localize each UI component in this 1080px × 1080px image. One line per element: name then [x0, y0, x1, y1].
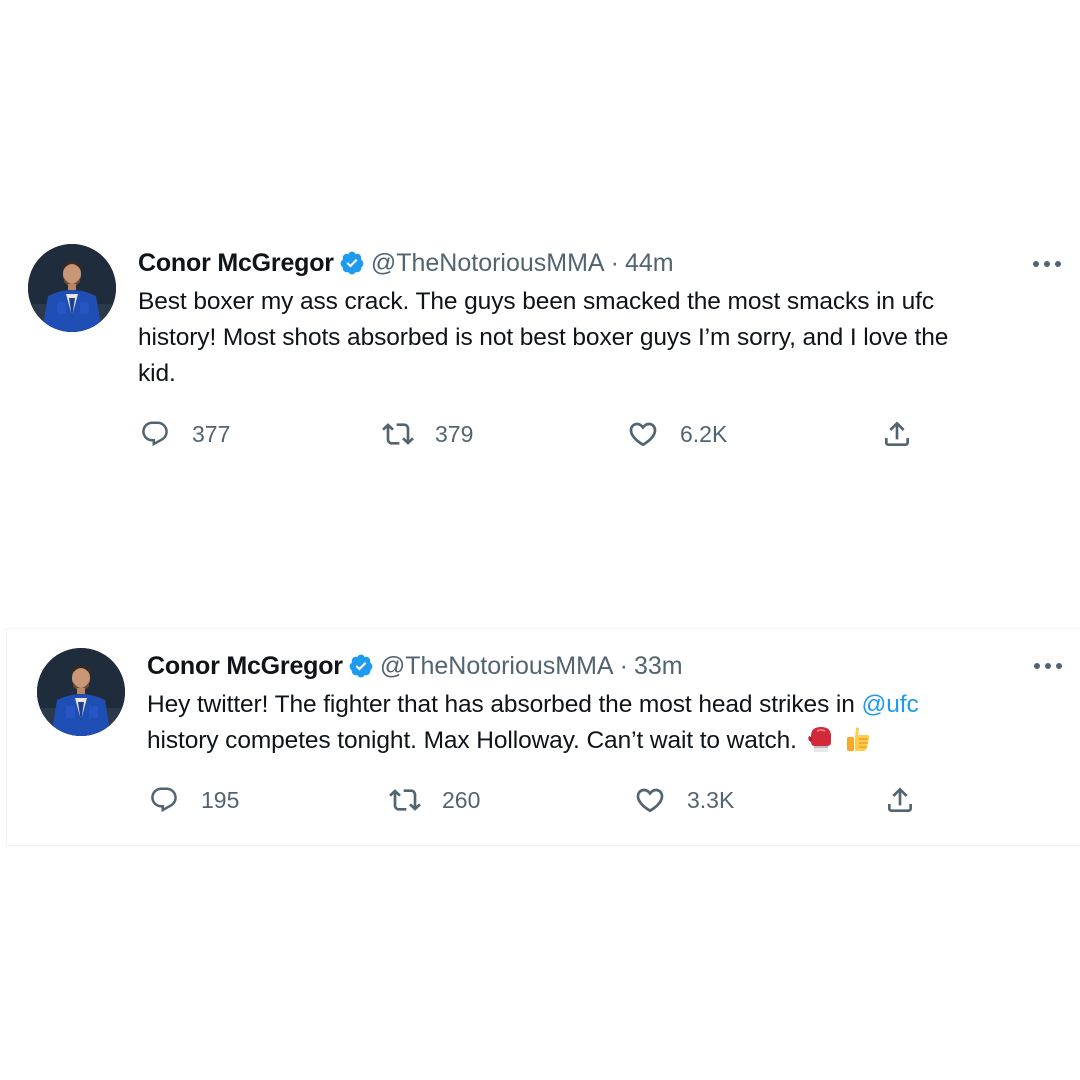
- share-icon: [883, 783, 917, 817]
- verified-badge-icon: [339, 250, 365, 276]
- thumbs-up-icon: [843, 724, 873, 765]
- avatar[interactable]: [37, 648, 125, 736]
- share-button[interactable]: [880, 417, 914, 451]
- boxing-glove-icon: [805, 724, 835, 765]
- retweet-icon: [388, 783, 422, 817]
- author-handle[interactable]: @TheNotoriousMMA: [380, 650, 614, 682]
- author-name[interactable]: Conor McGregor: [147, 650, 343, 682]
- like-icon: [626, 417, 660, 451]
- avatar-photo: [37, 648, 125, 736]
- retweet-icon: [381, 417, 415, 451]
- share-icon: [880, 417, 914, 451]
- like-icon: [633, 783, 667, 817]
- reply-icon: [147, 783, 181, 817]
- author-name[interactable]: Conor McGregor: [138, 247, 334, 279]
- tweet-text-line: history! Most shots absorbed is not best…: [138, 324, 949, 351]
- tweet-header: Conor McGregor @TheNotoriousMMA · 44m: [138, 247, 674, 279]
- retweet-button[interactable]: 379: [381, 417, 473, 451]
- timestamp[interactable]: 33m: [634, 650, 683, 682]
- tweet-text-line: Hey twitter! The fighter that has absorb…: [147, 687, 1047, 723]
- verified-badge-icon: [348, 653, 374, 679]
- more-icon[interactable]: [1030, 254, 1064, 274]
- tweet-text-segment: Hey twitter! The fighter that has absorb…: [147, 691, 862, 718]
- tweet-2[interactable]: Conor McGregor @TheNotoriousMMA · 33m He…: [6, 628, 1080, 846]
- separator-dot: ·: [619, 652, 628, 680]
- mention-link[interactable]: @ufc: [862, 691, 919, 718]
- more-icon[interactable]: [1031, 656, 1065, 676]
- separator-dot: ·: [610, 249, 619, 277]
- tweet-text-segment: history competes tonight. Max Holloway. …: [147, 727, 797, 754]
- reply-count: 195: [201, 786, 240, 813]
- reply-icon: [138, 417, 172, 451]
- like-button[interactable]: 3.3K: [633, 783, 734, 817]
- avatar[interactable]: [28, 244, 116, 332]
- retweet-count: 260: [442, 786, 481, 813]
- tweet-header: Conor McGregor @TheNotoriousMMA · 33m: [147, 650, 683, 682]
- reply-count: 377: [192, 420, 231, 447]
- like-count: 3.3K: [687, 786, 735, 813]
- share-button[interactable]: [883, 783, 917, 817]
- author-handle[interactable]: @TheNotoriousMMA: [371, 247, 605, 279]
- tweet-text: Hey twitter! The fighter that has absorb…: [147, 687, 1047, 765]
- like-count: 6.2K: [680, 420, 728, 447]
- reply-button[interactable]: 377: [138, 417, 230, 451]
- retweet-count: 379: [435, 420, 474, 447]
- tweet-text-line: Best boxer my ass crack. The guys been s…: [138, 288, 935, 315]
- like-button[interactable]: 6.2K: [626, 417, 727, 451]
- retweet-button[interactable]: 260: [388, 783, 480, 817]
- reply-button[interactable]: 195: [147, 783, 239, 817]
- avatar-photo: [28, 244, 116, 332]
- tweet-1[interactable]: Conor McGregor @TheNotoriousMMA · 44m Be…: [0, 240, 1080, 460]
- tweet-text-line: kid.: [138, 360, 176, 387]
- tweet-text: Best boxer my ass crack. The guys been s…: [138, 284, 1068, 392]
- timestamp[interactable]: 44m: [625, 247, 674, 279]
- tweet-text-line: history competes tonight. Max Holloway. …: [147, 723, 1047, 765]
